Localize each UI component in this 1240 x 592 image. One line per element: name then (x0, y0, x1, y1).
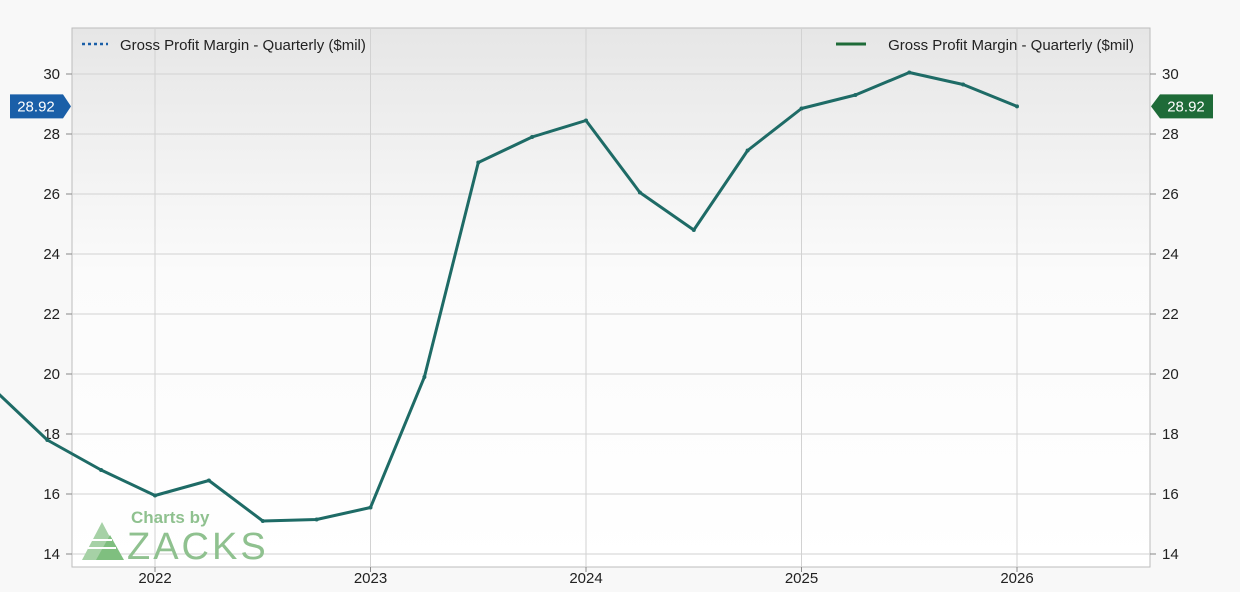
data-point (476, 160, 481, 165)
y-tick-label-left: 30 (43, 66, 60, 83)
y-tick-label-left: 20 (43, 366, 60, 383)
x-tick-label: 2022 (138, 570, 171, 587)
data-point (206, 478, 211, 483)
data-point (907, 70, 912, 75)
watermark-line2: ZACKS (127, 526, 269, 568)
data-point (691, 228, 696, 232)
y-tick-label-right: 24 (1162, 246, 1179, 263)
data-point (422, 375, 427, 379)
watermark-line1: Charts by (131, 508, 210, 527)
y-tick-label-right: 28 (1162, 126, 1179, 143)
y-tick-label-left: 26 (43, 186, 60, 203)
y-tick-label-left: 28 (43, 126, 60, 143)
chart: 14 14 16 16 18 18 20 20 22 22 24 24 26 26 28 28 30 30 2022… (0, 0, 1240, 592)
last-value-label-right: 28.92 (1167, 98, 1205, 115)
data-point (637, 190, 642, 195)
x-tick-label: 2025 (785, 570, 818, 587)
y-tick-label-right: 22 (1162, 306, 1179, 323)
y-tick-label-left: 16 (43, 486, 60, 503)
data-point (530, 135, 535, 139)
legend-label-right: Gross Profit Margin - Quarterly ($mil) (888, 37, 1134, 54)
data-point (45, 438, 50, 442)
data-point (853, 93, 858, 97)
x-tick-label: 2023 (354, 570, 387, 587)
y-tick-label-right: 20 (1162, 366, 1179, 383)
data-point (314, 517, 319, 522)
data-point (260, 519, 265, 523)
data-point (368, 505, 373, 510)
data-point (745, 148, 750, 153)
chart-svg: 14 1416 1618 1820 2022 2224 2426 2628 2830 302022… (0, 27, 1213, 587)
data-point (799, 106, 804, 111)
x-tick-label: 2026 (1000, 570, 1033, 587)
y-tick-label-left: 22 (43, 306, 60, 323)
plot-area (71, 27, 1151, 568)
data-point (153, 493, 157, 498)
y-tick-label-left: 14 (43, 546, 60, 563)
legend-label-left: Gross Profit Margin - Quarterly ($mil) (120, 37, 366, 54)
y-tick-label-right: 26 (1162, 186, 1179, 203)
data-point (961, 82, 966, 87)
y-tick-label-right: 14 (1162, 546, 1179, 563)
y-tick-label-right: 30 (1162, 66, 1179, 83)
y-tick-label-right: 16 (1162, 486, 1179, 503)
y-tick-label-left: 24 (43, 246, 60, 263)
data-point (584, 118, 588, 123)
last-value-label-left: 28.92 (17, 98, 55, 115)
y-tick-label-right: 18 (1162, 426, 1179, 443)
data-point (1015, 104, 1019, 109)
data-point (99, 468, 104, 472)
x-tick-label: 2024 (569, 570, 602, 587)
